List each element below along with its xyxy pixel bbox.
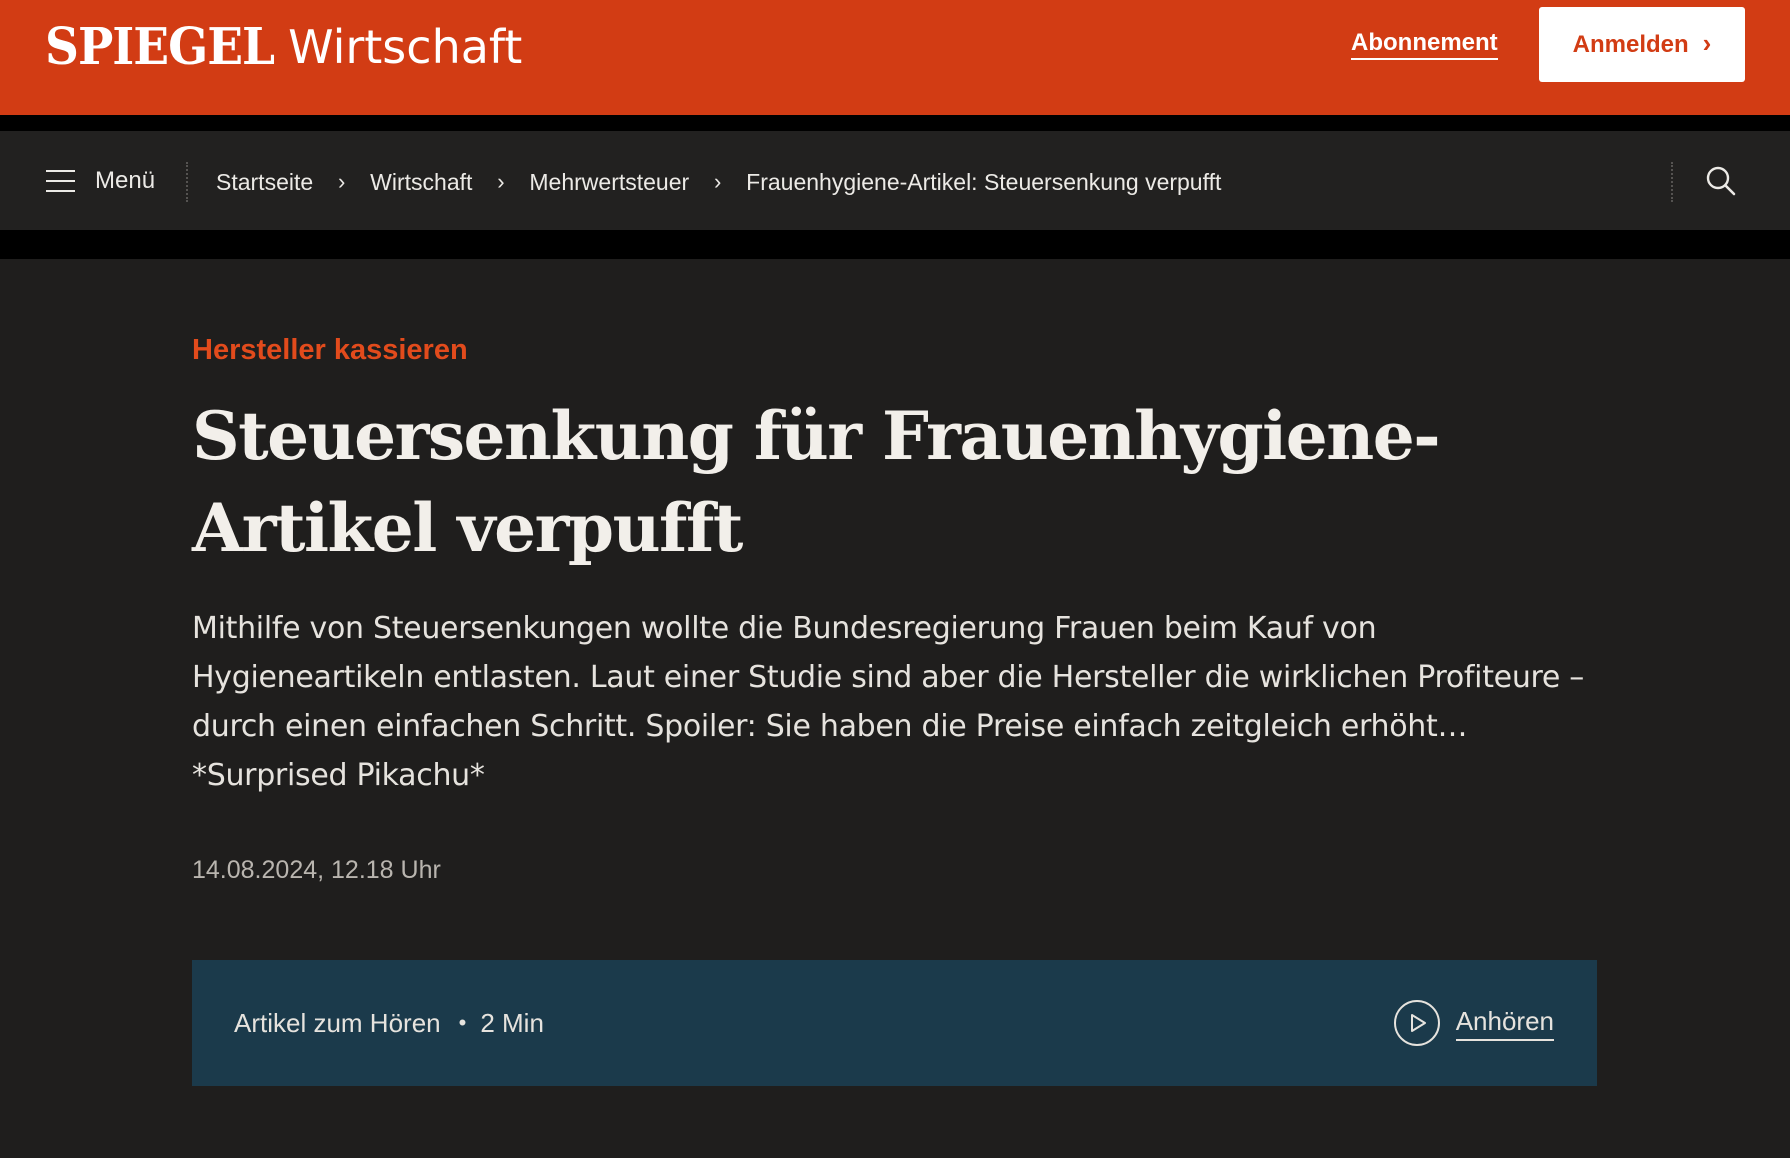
brand[interactable]: SPIEGEL Wirtschaft	[45, 18, 522, 77]
audio-info: Artikel zum Hören • 2 Min	[234, 960, 544, 1086]
audio-player: Artikel zum Hören • 2 Min Anhören	[192, 960, 1597, 1086]
top-bar: SPIEGEL Wirtschaft Abonnement Anmelden ›	[0, 0, 1790, 115]
search-button[interactable]	[1705, 165, 1737, 197]
chevron-right-icon: ›	[337, 169, 346, 194]
chevron-right-icon: ›	[714, 169, 722, 194]
article-intro: Mithilfe von Steuersenkungen wollte die …	[192, 611, 1585, 793]
breadcrumb-item-mehrwertsteuer[interactable]: Mehrwertsteuer	[529, 169, 689, 196]
spiegel-logo[interactable]: SPIEGEL	[45, 18, 275, 77]
listen-button[interactable]: Anhören	[1393, 960, 1554, 1086]
navigation-bar: Menü Startseite › Wirtschaft › Mehrwerts…	[0, 131, 1790, 230]
divider-stripe	[0, 115, 1790, 131]
article-timestamp: 14.08.2024, 12.18 Uhr	[192, 856, 441, 884]
divider	[186, 162, 188, 202]
hamburger-icon	[46, 170, 75, 192]
search-icon	[1706, 166, 1736, 196]
breadcrumb: Startseite › Wirtschaft › Mehrwertsteuer…	[216, 162, 1221, 202]
divider-stripe	[0, 230, 1790, 259]
article-kicker: Hersteller kassieren	[192, 334, 468, 366]
audio-separator: •	[458, 1010, 467, 1035]
divider	[1671, 162, 1673, 202]
article-headline: Steuersenkung für Frauenhygiene-Artikel …	[192, 397, 1441, 567]
breadcrumb-item-current: Frauenhygiene-Artikel: Steuersenkung ver…	[746, 168, 1222, 195]
breadcrumb-item-startseite[interactable]: Startseite	[216, 169, 313, 196]
menu-button[interactable]: Menü	[46, 161, 155, 201]
audio-duration: 2 Min	[480, 1007, 544, 1038]
menu-label: Menü	[95, 167, 156, 194]
breadcrumb-item-wirtschaft[interactable]: Wirtschaft	[370, 169, 472, 196]
chevron-right-icon: ›	[1702, 28, 1712, 58]
chevron-right-icon: ›	[497, 169, 505, 194]
login-button-label: Anmelden	[1572, 30, 1689, 58]
login-button[interactable]: Anmelden ›	[1539, 7, 1745, 82]
section-title[interactable]: Wirtschaft	[288, 20, 522, 74]
subscription-link[interactable]: Abonnement	[1351, 29, 1498, 60]
listen-label: Anhören	[1455, 1006, 1554, 1041]
play-icon	[1393, 1000, 1440, 1046]
audio-label: Artikel zum Hören	[234, 1007, 441, 1038]
